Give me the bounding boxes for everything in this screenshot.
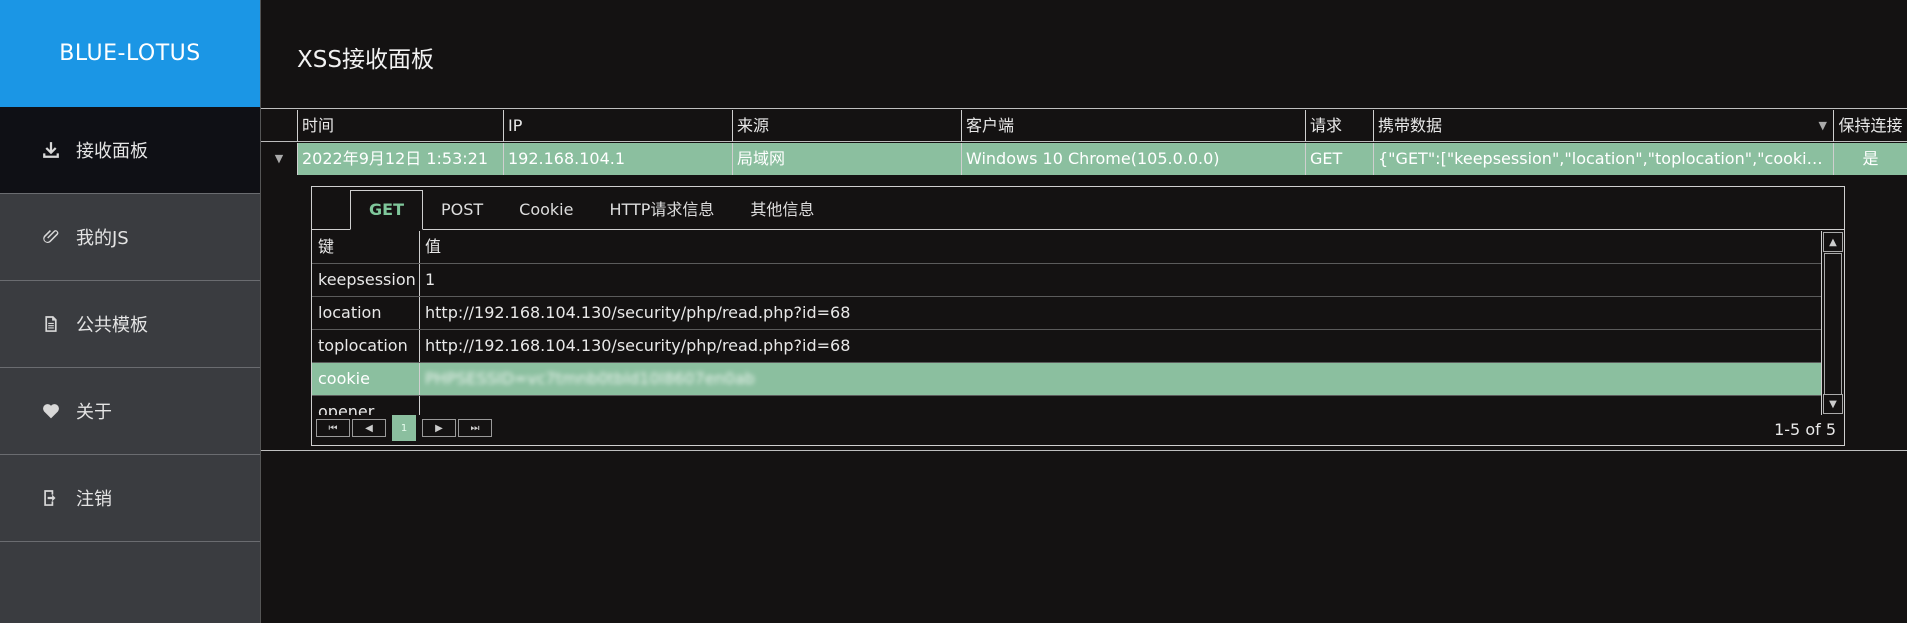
paperclip-icon: [42, 228, 60, 246]
cell-keep: 是: [1862, 149, 1879, 168]
kv-value: http://192.168.104.130/security/php/read…: [425, 303, 851, 322]
kv-key: cookie: [312, 363, 420, 395]
current-page[interactable]: 1: [392, 415, 416, 441]
tab-post[interactable]: POST: [423, 191, 501, 229]
scroll-down-icon[interactable]: ▼: [1823, 394, 1843, 414]
nav-label: 我的JS: [76, 228, 129, 249]
vertical-scrollbar[interactable]: ▲ ▼: [1821, 231, 1844, 415]
first-page-button[interactable]: ⏮: [316, 419, 350, 437]
nav-label: 接收面板: [76, 141, 148, 162]
kv-header-row: 键 值: [312, 231, 1822, 264]
cell-ip: 192.168.104.1: [504, 143, 733, 175]
table-row[interactable]: cookie PHPSESSID=vc7tmnb0tbld10l8607en0a…: [312, 363, 1822, 396]
cell-data: {"GET":["keepsession","location","toploc…: [1374, 143, 1834, 175]
blurred-cookie-value: PHPSESSID=vc7tmnb0tbld10l8607en0ab: [425, 369, 755, 388]
tab-http-request-info[interactable]: HTTP请求信息: [591, 191, 732, 229]
cell-request: GET: [1306, 143, 1374, 175]
table-row[interactable]: keepsession 1: [312, 264, 1822, 297]
expander-header: [261, 110, 298, 142]
last-page-button[interactable]: ⏭: [458, 419, 492, 437]
pager: ⏮ ◀ 1 ▶ ⏭: [316, 415, 492, 441]
kv-header-value[interactable]: 值: [420, 231, 1822, 263]
kv-value: http://192.168.104.130/security/php/read…: [425, 336, 851, 355]
kv-value: [420, 396, 1822, 415]
column-header-ip[interactable]: IP: [504, 110, 733, 142]
table-row[interactable]: ▼ 2022年9月12日 1:53:21 192.168.104.1 局域网 W…: [261, 143, 1907, 175]
pager-info: 1-5 of 5: [1774, 420, 1836, 439]
tab-cookie[interactable]: Cookie: [501, 191, 591, 229]
column-header-client[interactable]: 客户端: [962, 110, 1306, 142]
kv-key: opener: [312, 396, 420, 415]
column-header-keep[interactable]: 保持连接: [1834, 110, 1907, 142]
column-header-time[interactable]: 时间: [298, 110, 504, 142]
document-icon: [42, 315, 60, 333]
kv-value: PHPSESSID=vc7tmnb0tbld10l8607en0ab: [420, 363, 1822, 395]
kv-key: location: [312, 297, 420, 329]
nav-item-about[interactable]: 关于: [0, 368, 260, 455]
table-row[interactable]: opener: [312, 396, 1822, 415]
nav-label: 关于: [76, 402, 112, 423]
sort-desc-icon: ▼: [1818, 119, 1827, 132]
nav-item-receive-panel[interactable]: 接收面板: [0, 107, 260, 194]
table-row[interactable]: location http://192.168.104.130/security…: [312, 297, 1822, 330]
kv-value: 1: [425, 270, 436, 289]
kv-key: toplocation: [312, 330, 420, 362]
row-expand-toggle[interactable]: ▼: [261, 143, 298, 175]
cell-source: 局域网: [733, 143, 962, 175]
tab-other-info[interactable]: 其他信息: [732, 191, 832, 229]
kv-key: keepsession: [312, 264, 420, 296]
detail-panel: GET POST Cookie HTTP请求信息 其他信息 键 值 keepse…: [311, 186, 1845, 446]
nav-label: 公共模板: [76, 315, 148, 336]
scroll-up-icon[interactable]: ▲: [1823, 232, 1843, 252]
column-header-data-label: 携带数据: [1378, 116, 1443, 135]
scroll-thumb[interactable]: [1824, 253, 1842, 395]
nav-item-public-templates[interactable]: 公共模板: [0, 281, 260, 368]
brand-logo: BLUE-LOTUS: [0, 0, 260, 107]
detail-tabs: GET POST Cookie HTTP请求信息 其他信息: [312, 187, 1844, 230]
grid-header-row: 时间 IP 来源 客户端 请求 携带数据 ▼ 保持连接: [261, 110, 1907, 142]
next-page-button[interactable]: ▶: [422, 419, 456, 437]
nav-item-logout[interactable]: 注销: [0, 455, 260, 542]
sidebar: BLUE-LOTUS 接收面板 我的JS 公共模板 关于 注销: [0, 0, 261, 623]
column-header-request[interactable]: 请求: [1306, 110, 1374, 142]
nav-label: 注销: [76, 489, 112, 510]
column-header-data[interactable]: 携带数据 ▼: [1374, 110, 1834, 142]
kv-header-key[interactable]: 键: [312, 231, 420, 263]
column-header-source[interactable]: 来源: [733, 110, 962, 142]
logout-icon: [42, 489, 60, 507]
nav-item-my-js[interactable]: 我的JS: [0, 194, 260, 281]
page-title: XSS接收面板: [297, 47, 434, 73]
download-icon: [42, 141, 60, 159]
cell-time: 2022年9月12日 1:53:21: [298, 143, 504, 175]
cell-client: Windows 10 Chrome(105.0.0.0): [962, 143, 1306, 175]
heart-icon: [42, 402, 60, 420]
tab-get[interactable]: GET: [350, 190, 423, 230]
key-value-table: 键 值 keepsession 1 location http://192.16…: [312, 231, 1822, 415]
prev-page-button[interactable]: ◀: [352, 419, 386, 437]
caret-down-icon: ▼: [274, 152, 284, 165]
table-row[interactable]: toplocation http://192.168.104.130/secur…: [312, 330, 1822, 363]
